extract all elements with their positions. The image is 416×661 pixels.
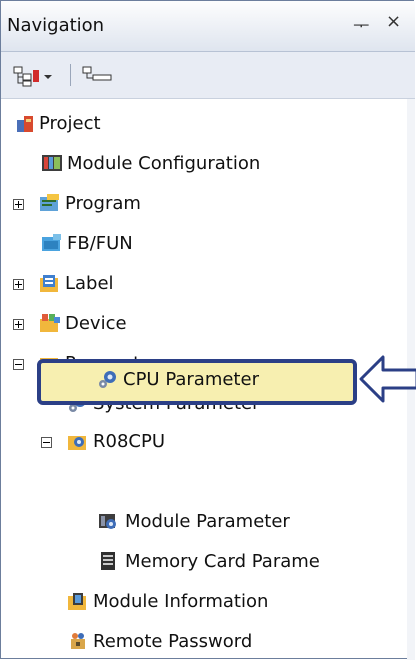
tree-item-label: CPU Parameter bbox=[123, 369, 259, 390]
tree-item-module-parameter[interactable]: Module Parameter bbox=[1, 505, 407, 541]
tree-item-memory-card-parameter[interactable]: Memory Card Parame bbox=[1, 545, 407, 581]
module-configuration-icon bbox=[42, 155, 62, 171]
project-icon bbox=[17, 116, 33, 132]
fb-fun-icon bbox=[42, 234, 61, 251]
tree-item-project[interactable]: Project bbox=[1, 107, 407, 143]
tree-item-label: Module Parameter bbox=[125, 511, 290, 532]
tree-view-icon[interactable] bbox=[79, 62, 119, 88]
program-icon bbox=[40, 194, 59, 211]
panel-title-bar: Navigation ᅮ × bbox=[1, 1, 415, 52]
collapse-icon[interactable] bbox=[13, 359, 24, 370]
cpu-parameter-icon bbox=[99, 371, 116, 388]
pin-icon[interactable]: ᅮ bbox=[353, 12, 370, 38]
expand-icon[interactable] bbox=[13, 279, 24, 290]
toolbar-separator bbox=[70, 64, 71, 86]
tree-item-label: Memory Card Parame bbox=[125, 551, 320, 572]
navigation-panel: Navigation ᅮ × Project Module Configurat… bbox=[0, 0, 416, 660]
tree-item-label: FB/FUN bbox=[67, 233, 133, 254]
tree-item-cpu-parameter[interactable]: CPU Parameter bbox=[41, 363, 353, 399]
label-icon bbox=[40, 275, 58, 292]
callout-arrow-icon bbox=[359, 355, 416, 403]
tree-item-device[interactable]: Device bbox=[1, 307, 407, 343]
tree-item-label: Project bbox=[39, 113, 101, 134]
tree-item-label: Program bbox=[65, 193, 141, 214]
tree-item-label: Module Information bbox=[93, 591, 269, 612]
expand-collapse-dropdown-icon[interactable] bbox=[11, 62, 63, 88]
tree-item-module-configuration[interactable]: Module Configuration bbox=[1, 147, 407, 183]
module-parameter-icon bbox=[99, 514, 116, 529]
tree-item-label: Remote Password bbox=[93, 631, 253, 652]
collapse-icon[interactable] bbox=[41, 437, 52, 448]
expand-icon[interactable] bbox=[13, 199, 24, 210]
tree-item-label: Label bbox=[65, 273, 114, 294]
tree-item-label: R08CPU bbox=[93, 431, 166, 452]
module-information-icon bbox=[68, 593, 86, 610]
cpu-folder-icon bbox=[68, 436, 86, 450]
navigation-toolbar bbox=[1, 52, 415, 99]
device-icon bbox=[40, 314, 60, 332]
expand-icon[interactable] bbox=[13, 319, 24, 330]
tree-item-r08cpu[interactable]: R08CPU bbox=[1, 425, 407, 461]
memory-card-icon bbox=[101, 552, 115, 570]
remote-password-icon bbox=[71, 633, 85, 649]
navigation-tree: Project Module Configuration Program FB/… bbox=[1, 99, 415, 660]
tree-item-program[interactable]: Program bbox=[1, 187, 407, 223]
tree-item-label: Device bbox=[65, 313, 127, 334]
tree-item-fb-fun[interactable]: FB/FUN bbox=[1, 227, 407, 263]
tree-item-module-information[interactable]: Module Information bbox=[1, 585, 407, 621]
tree-item-label: Module Configuration bbox=[67, 153, 261, 174]
tree-item-label-folder[interactable]: Label bbox=[1, 267, 407, 303]
panel-title: Navigation bbox=[7, 15, 105, 36]
tree-item-remote-password[interactable]: Remote Password bbox=[1, 625, 407, 661]
close-icon[interactable]: × bbox=[386, 11, 401, 32]
